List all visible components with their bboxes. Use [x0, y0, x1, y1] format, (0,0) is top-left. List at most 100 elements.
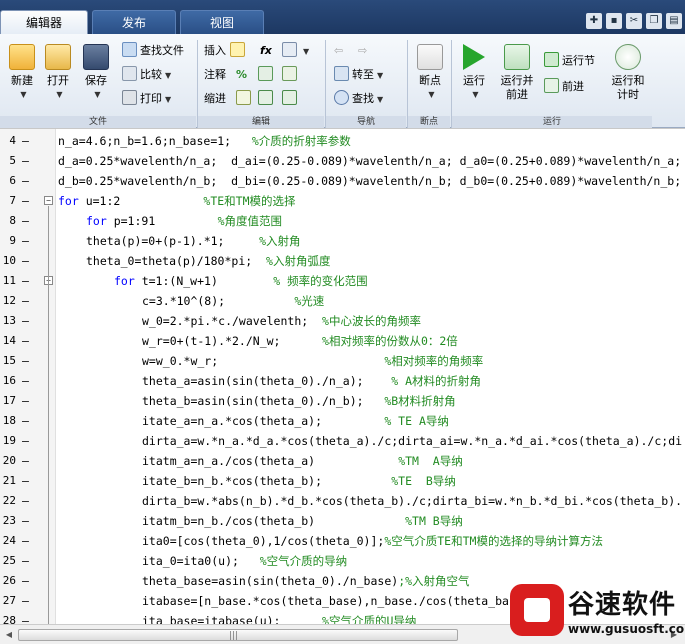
watermark-url: www.gusuosft.com	[568, 622, 685, 636]
code-line[interactable]: 6– d_b=0.25*wavelenth/n_b; d_bi=(0.25-0.0…	[0, 171, 685, 191]
breakpoint-marker[interactable]: –	[22, 391, 29, 411]
goto-dropdown-icon[interactable]: ▼	[377, 71, 383, 80]
save-dropdown-icon[interactable]: ▼	[77, 88, 118, 102]
run-dropdown-icon[interactable]: ▼	[455, 88, 496, 102]
indent-button[interactable]: 缩进	[204, 90, 226, 108]
code-line[interactable]: 25– ita_0=ita0(u); %空气介质的导纳	[0, 551, 685, 571]
code-line[interactable]: 17– theta_b=asin(sin(theta_0)./n_b); %B材料…	[0, 391, 685, 411]
code-line[interactable]: 7– − for u=1:2 %TE和TM模的选择	[0, 191, 685, 211]
fx-button[interactable]: fx	[260, 42, 272, 60]
code-line[interactable]: 8– for p=1:91 %角度值范围	[0, 211, 685, 231]
advance-button[interactable]: 前进	[544, 78, 584, 96]
breakpoint-marker[interactable]: –	[22, 231, 29, 251]
code-line[interactable]: 20– itatm_a=n_a./cos(theta_a) %TM A导纳	[0, 451, 685, 471]
comment-percent-button[interactable]: %	[236, 66, 247, 84]
tab-view[interactable]: 视图	[180, 10, 264, 34]
print-dropdown-icon[interactable]: ▼	[165, 95, 171, 104]
scroll-left-icon[interactable]: ◀	[3, 629, 15, 641]
code-line[interactable]: 22– dirta_b=w.*abs(n_b).*d_b.*cos(theta_b…	[0, 491, 685, 511]
breakpoint-marker[interactable]: –	[22, 251, 29, 271]
breakpoint-marker[interactable]: –	[22, 191, 29, 211]
breakpoint-marker[interactable]: –	[22, 511, 29, 531]
code-line[interactable]: 23– itatm_b=n_b./cos(theta_b) %TM B导纳	[0, 511, 685, 531]
decrease-indent-button[interactable]	[282, 90, 300, 108]
increase-indent-button[interactable]	[258, 90, 276, 108]
line-number: 7	[9, 194, 16, 207]
new-doc-icon[interactable]: ✚	[586, 13, 602, 29]
code-text: theta_0=theta(p)/180*pi; %入射角弧度	[86, 251, 330, 271]
code-line[interactable]: 15– w=w_0.*w_r; %相对频率的角频率	[0, 351, 685, 371]
forward-button[interactable]: ⇨	[358, 42, 367, 60]
insert-section-button[interactable]: ▼	[282, 42, 309, 60]
code-line[interactable]: 5– d_a=0.25*wavelenth/n_a; d_ai=(0.25-0.0…	[0, 151, 685, 171]
breakpoint-marker[interactable]: –	[22, 611, 29, 624]
compare-button[interactable]: 比较 ▼	[122, 66, 171, 84]
back-button[interactable]: ⇦	[334, 42, 343, 60]
edit-dropdown-icon[interactable]: ▼	[303, 47, 309, 56]
code-line[interactable]: 4– n_a=4.6;n_b=1.6;n_base=1; %介质的折射率参数	[0, 131, 685, 151]
code-text: theta_b=asin(sin(theta_0)./n_b); %B材料折射角	[142, 391, 456, 411]
find-files-button[interactable]: 查找文件	[122, 42, 184, 60]
tab-publish[interactable]: 发布	[92, 10, 176, 34]
save-small-icon[interactable]: ▪	[606, 13, 622, 29]
scrollbar-thumb[interactable]: |||	[18, 629, 458, 641]
paste-icon[interactable]: ▤	[666, 13, 682, 29]
breakpoint-marker[interactable]: –	[22, 351, 29, 371]
breakpoint-marker[interactable]: –	[22, 531, 29, 551]
breakpoints-button[interactable]: 断点 ▼	[408, 44, 452, 102]
breakpoint-marker[interactable]: –	[22, 451, 29, 471]
run-button[interactable]: 运行 ▼	[452, 44, 496, 102]
comment: ;%入射角空气	[398, 574, 470, 588]
code-line[interactable]: 9– theta(p)=0+(p-1).*1; %入射角	[0, 231, 685, 251]
insert-button[interactable]: 插入	[204, 42, 248, 60]
breakpoint-marker[interactable]: –	[22, 151, 29, 171]
code-line[interactable]: 10– theta_0=theta(p)/180*pi; %入射角弧度	[0, 251, 685, 271]
code-line[interactable]: 19– dirta_a=w.*n_a.*d_a.*cos(theta_a)./c;…	[0, 431, 685, 451]
print-button[interactable]: 打印 ▼	[122, 90, 171, 108]
code-line[interactable]: 13– w_0=2.*pi.*c./wavelenth; %中心波长的角频率	[0, 311, 685, 331]
code-line[interactable]: 11–−for t=1:(N_w+1) % 频率的变化范围	[0, 271, 685, 291]
copy-icon[interactable]: ❐	[646, 13, 662, 29]
breakpoint-marker[interactable]: –	[22, 411, 29, 431]
comment: % TE A导纳	[384, 414, 449, 428]
breakpoints-dropdown-icon[interactable]: ▼	[411, 88, 452, 102]
breakpoint-marker[interactable]: –	[22, 131, 29, 151]
find-dropdown-icon[interactable]: ▼	[377, 95, 383, 104]
find-button[interactable]: 查找 ▼	[334, 90, 383, 108]
comment: %介质的折射率参数	[251, 134, 351, 148]
compare-dropdown-icon[interactable]: ▼	[165, 71, 171, 80]
code-line[interactable]: 12– c=3.*10^(8); %光速	[0, 291, 685, 311]
breakpoint-marker[interactable]: –	[22, 331, 29, 351]
run-advance-button[interactable]: 运行并 前进	[494, 44, 540, 102]
smart-indent-button[interactable]	[236, 90, 254, 108]
breakpoint-marker[interactable]: –	[22, 571, 29, 591]
fold-toggle-icon[interactable]: −	[44, 196, 53, 205]
keyword: for	[58, 194, 79, 208]
breakpoint-marker[interactable]: –	[22, 371, 29, 391]
code-line[interactable]: 16– theta_a=asin(sin(theta_0)./n_a); % A材…	[0, 371, 685, 391]
code-line[interactable]: 14– w_r=0+(t-1).*2./N_w; %相对频率的份数从0：2倍	[0, 331, 685, 351]
run-and-time-button[interactable]: 运行和 计时	[606, 44, 650, 102]
code-line[interactable]: 21– itate_b=n_b.*cos(theta_b); %TE B导纳	[0, 471, 685, 491]
run-section-button[interactable]: 运行节	[544, 52, 595, 70]
uncomment-button[interactable]	[258, 66, 276, 84]
breakpoint-marker[interactable]: –	[22, 551, 29, 571]
code-line[interactable]: 18– itate_a=n_a.*cos(theta_a); % TE A导纳	[0, 411, 685, 431]
tab-editor[interactable]: 编辑器	[0, 10, 88, 34]
breakpoint-marker[interactable]: –	[22, 471, 29, 491]
comment-button[interactable]: 注释	[204, 66, 226, 84]
breakpoint-marker[interactable]: –	[22, 491, 29, 511]
save-button[interactable]: 保存 ▼	[74, 44, 118, 102]
breakpoint-marker[interactable]: –	[22, 291, 29, 311]
wrap-comment-button[interactable]	[282, 66, 300, 84]
cut-icon[interactable]: ✂	[626, 13, 642, 29]
breakpoint-marker[interactable]: –	[22, 271, 29, 291]
breakpoint-marker[interactable]: –	[22, 311, 29, 331]
breakpoint-marker[interactable]: –	[22, 431, 29, 451]
breakpoint-marker[interactable]: –	[22, 211, 29, 231]
code-line[interactable]: 24– ita0=[cos(theta_0),1/cos(theta_0)];%空…	[0, 531, 685, 551]
breakpoint-marker[interactable]: –	[22, 171, 29, 191]
goto-button[interactable]: 转至 ▼	[334, 66, 383, 84]
code-editor[interactable]: 4– n_a=4.6;n_b=1.6;n_base=1; %介质的折射率参数 5– d…	[0, 128, 685, 624]
breakpoint-marker[interactable]: –	[22, 591, 29, 611]
